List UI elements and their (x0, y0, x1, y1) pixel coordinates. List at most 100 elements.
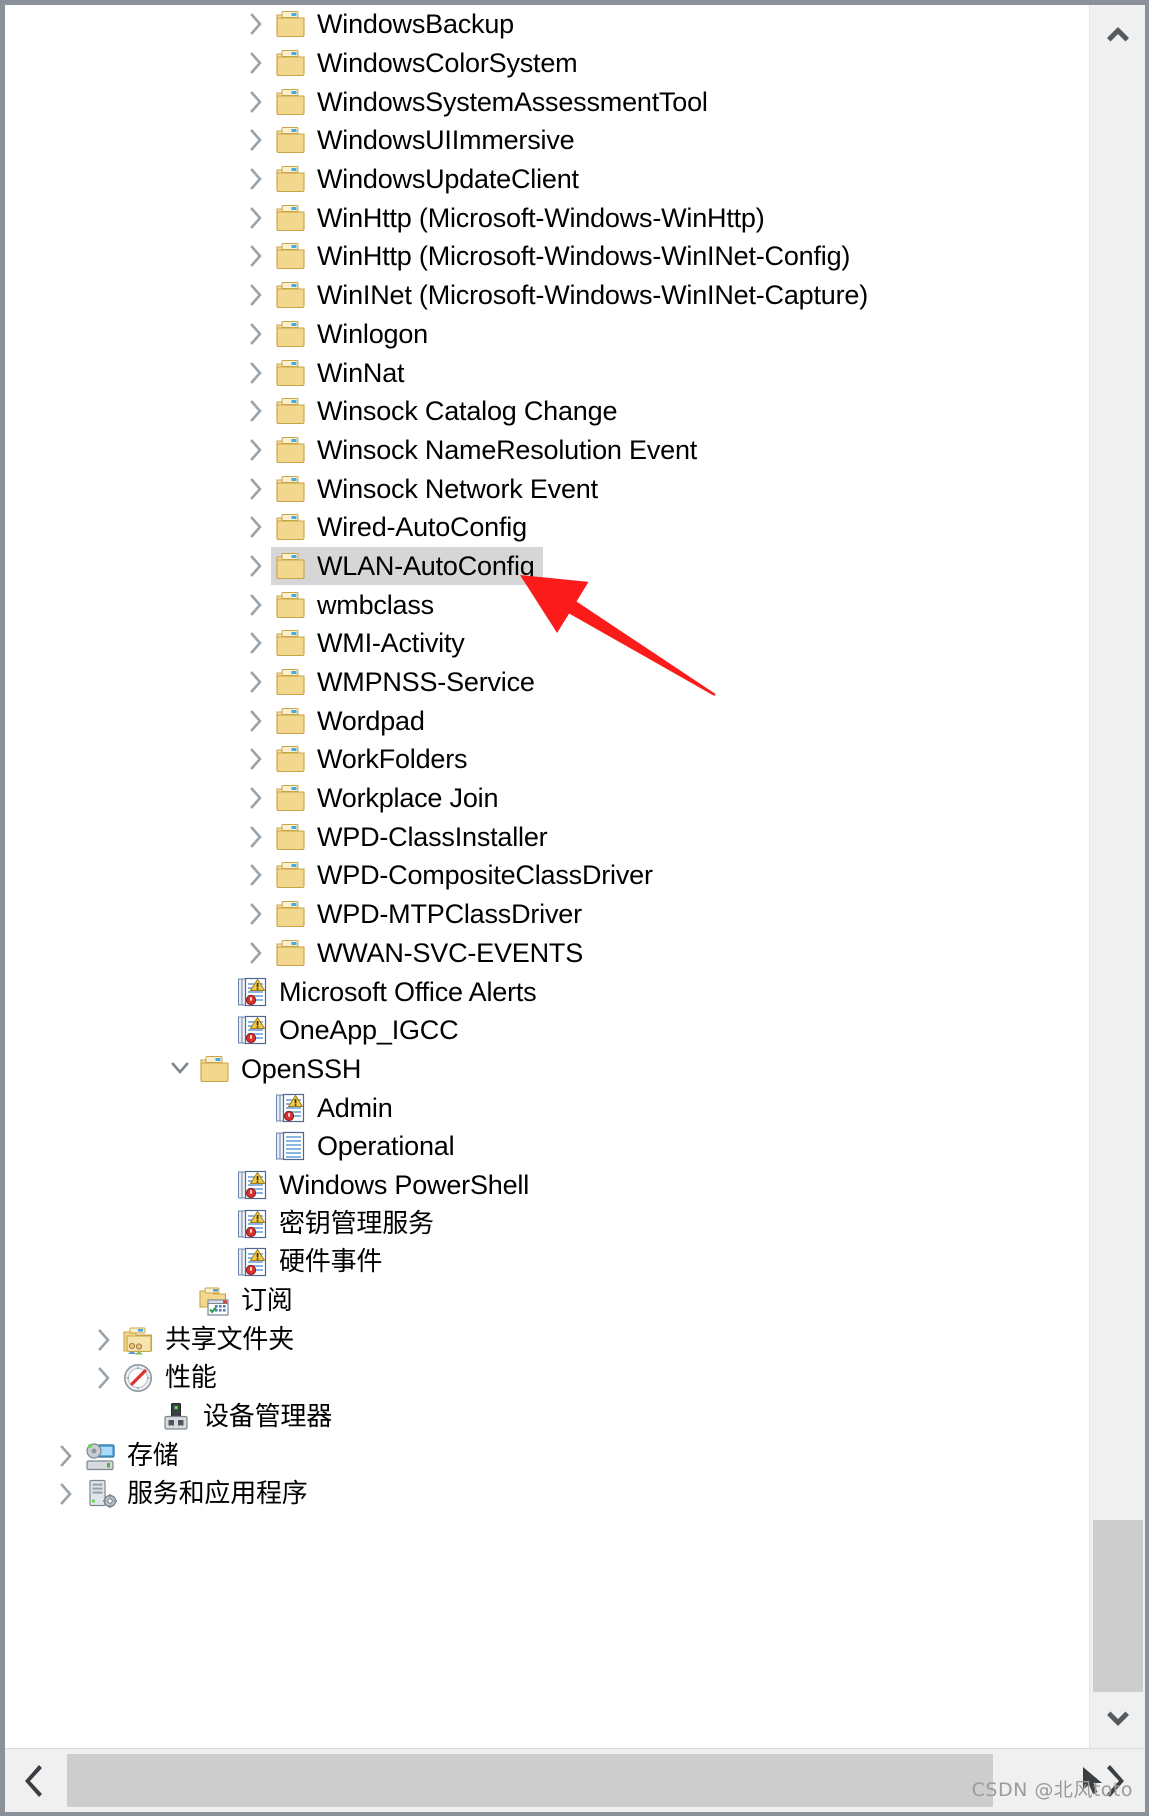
tree-item[interactable]: WorkFolders (5, 740, 1089, 779)
tree-item-hit-area[interactable]: WPD-ClassInstaller (271, 818, 555, 856)
event-viewer-tree-pane[interactable]: WindowsBackup WindowsColorSystem Windows… (5, 5, 1089, 1748)
tree-item-hit-area[interactable]: WinHttp (Microsoft-Windows-WinHttp) (271, 199, 773, 237)
vertical-scrollbar-thumb[interactable] (1093, 1520, 1143, 1715)
tree-item-hit-area[interactable]: 密钥管理服务 (233, 1205, 442, 1243)
tree-item[interactable]: WindowsBackup (5, 5, 1089, 44)
tree-item[interactable]: WindowsColorSystem (5, 44, 1089, 83)
tree-expand-toggle-collapsed[interactable] (241, 586, 271, 624)
tree-item-hit-area[interactable]: OpenSSH (195, 1050, 369, 1088)
tree-item-hit-area[interactable]: WMI-Activity (271, 624, 473, 662)
tree-item[interactable]: WPD-CompositeClassDriver (5, 856, 1089, 895)
tree-expand-toggle-collapsed[interactable] (241, 431, 271, 469)
tree-item[interactable]: WMI-Activity (5, 624, 1089, 663)
tree-expand-toggle-collapsed[interactable] (241, 354, 271, 392)
tree-item[interactable]: OneApp_IGCC (5, 1011, 1089, 1050)
tree-item-hit-area[interactable]: 订阅 (195, 1282, 301, 1320)
tree-item[interactable]: WinINet (Microsoft-Windows-WinINet-Captu… (5, 276, 1089, 315)
tree-expand-toggle-collapsed[interactable] (241, 44, 271, 82)
tree-item-hit-area[interactable]: WMPNSS-Service (271, 663, 543, 701)
tree-expand-toggle-collapsed[interactable] (241, 199, 271, 237)
tree-expand-toggle-collapsed[interactable] (241, 5, 271, 43)
tree-item-hit-area[interactable]: WLAN-AutoConfig (271, 546, 543, 585)
tree-item[interactable]: Admin (5, 1088, 1089, 1127)
tree-expand-toggle-collapsed[interactable] (241, 315, 271, 353)
tree-item-hit-area[interactable]: Admin (271, 1089, 401, 1127)
tree-item-hit-area[interactable]: Winlogon (271, 315, 436, 353)
tree-expand-toggle-collapsed[interactable] (241, 276, 271, 314)
tree-item-hit-area[interactable]: 共享文件夹 (119, 1321, 302, 1359)
tree-expand-toggle-collapsed[interactable] (241, 470, 271, 508)
tree-item-hit-area[interactable]: WinINet (Microsoft-Windows-WinINet-Captu… (271, 276, 876, 314)
tree-item-hit-area[interactable]: WindowsBackup (271, 5, 522, 43)
tree-item-hit-area[interactable]: 设备管理器 (157, 1398, 340, 1436)
tree-item-hit-area[interactable]: WorkFolders (271, 740, 475, 778)
tree-expand-toggle-expanded[interactable] (165, 1050, 195, 1088)
tree-expand-toggle-collapsed[interactable] (241, 779, 271, 817)
tree-item[interactable]: 服务和应用程序 (5, 1475, 1089, 1514)
tree-item[interactable]: 性能 (5, 1359, 1089, 1398)
tree-expand-toggle-collapsed[interactable] (241, 160, 271, 198)
tree-item-hit-area[interactable]: Operational (271, 1127, 462, 1165)
tree-item[interactable]: WLAN-AutoConfig (5, 546, 1089, 586)
tree-item[interactable]: Windows PowerShell (5, 1166, 1089, 1205)
tree-item[interactable]: Wordpad (5, 701, 1089, 740)
tree-item[interactable]: WindowsUpdateClient (5, 160, 1089, 199)
tree-item[interactable]: 订阅 (5, 1282, 1089, 1321)
tree-expand-toggle-collapsed[interactable] (241, 121, 271, 159)
tree-item[interactable]: wmbclass (5, 585, 1089, 624)
tree-item-hit-area[interactable]: Wired-AutoConfig (271, 508, 535, 546)
tree-expand-toggle-collapsed[interactable] (51, 1437, 81, 1475)
tree-expand-toggle-collapsed[interactable] (241, 895, 271, 933)
tree-expand-toggle-collapsed[interactable] (241, 856, 271, 894)
tree-item[interactable]: 硬件事件 (5, 1243, 1089, 1282)
tree-item-hit-area[interactable]: WPD-MTPClassDriver (271, 895, 590, 933)
tree-item[interactable]: 共享文件夹 (5, 1320, 1089, 1359)
tree-item-hit-area[interactable]: WWAN-SVC-EVENTS (271, 934, 591, 972)
tree-expand-toggle-collapsed[interactable] (241, 663, 271, 701)
tree-item[interactable]: WPD-ClassInstaller (5, 817, 1089, 856)
tree-item[interactable]: WWAN-SVC-EVENTS (5, 934, 1089, 973)
tree-item[interactable]: WindowsUIImmersive (5, 121, 1089, 160)
tree-item-hit-area[interactable]: Wordpad (271, 702, 433, 740)
tree-item-hit-area[interactable]: wmbclass (271, 586, 442, 624)
vertical-scrollbar[interactable] (1089, 5, 1145, 1748)
tree-item[interactable]: Winlogon (5, 315, 1089, 354)
tree-item-hit-area[interactable]: Windows PowerShell (233, 1166, 537, 1204)
tree-item[interactable]: WinHttp (Microsoft-Windows-WinINet-Confi… (5, 237, 1089, 276)
tree-item-hit-area[interactable]: WindowsUpdateClient (271, 160, 587, 198)
tree-expand-toggle-collapsed[interactable] (241, 818, 271, 856)
tree-item-hit-area[interactable]: 性能 (119, 1359, 225, 1397)
tree-item[interactable]: WinHttp (Microsoft-Windows-WinHttp) (5, 198, 1089, 237)
tree-item[interactable]: Microsoft Office Alerts (5, 972, 1089, 1011)
tree-expand-toggle-collapsed[interactable] (241, 83, 271, 121)
tree-item-hit-area[interactable]: Microsoft Office Alerts (233, 973, 544, 1011)
tree-item-hit-area[interactable]: 硬件事件 (233, 1243, 390, 1281)
tree-item-hit-area[interactable]: WindowsColorSystem (271, 44, 585, 82)
tree-item-hit-area[interactable]: 存储 (81, 1437, 187, 1475)
scroll-left-button[interactable] (5, 1749, 63, 1812)
tree-item[interactable]: Wired-AutoConfig (5, 508, 1089, 547)
tree-item-hit-area[interactable]: Winsock NameResolution Event (271, 431, 705, 469)
tree-item[interactable]: WinNat (5, 353, 1089, 392)
tree-item[interactable]: 密钥管理服务 (5, 1204, 1089, 1243)
tree-expand-toggle-collapsed[interactable] (241, 508, 271, 546)
tree-item[interactable]: Operational (5, 1127, 1089, 1166)
tree-expand-toggle-collapsed[interactable] (241, 740, 271, 778)
tree-item-hit-area[interactable]: WindowsUIImmersive (271, 121, 582, 159)
scroll-down-button[interactable] (1090, 1692, 1145, 1748)
tree-item[interactable]: Winsock Network Event (5, 469, 1089, 508)
tree-item-hit-area[interactable]: WPD-CompositeClassDriver (271, 856, 661, 894)
tree-item-hit-area[interactable]: Workplace Join (271, 779, 506, 817)
tree-item-hit-area[interactable]: WinHttp (Microsoft-Windows-WinINet-Confi… (271, 237, 858, 275)
tree-item-hit-area[interactable]: WinNat (271, 354, 412, 392)
tree-item[interactable]: 设备管理器 (5, 1398, 1089, 1437)
tree-expand-toggle-collapsed[interactable] (241, 237, 271, 275)
tree-expand-toggle-collapsed[interactable] (89, 1321, 119, 1359)
tree-item-hit-area[interactable]: OneApp_IGCC (233, 1011, 466, 1049)
scroll-up-button[interactable] (1090, 5, 1145, 61)
tree-item[interactable]: 存储 (5, 1436, 1089, 1475)
tree-item[interactable]: Winsock Catalog Change (5, 392, 1089, 431)
tree-expand-toggle-collapsed[interactable] (241, 702, 271, 740)
tree-item[interactable]: WindowsSystemAssessmentTool (5, 82, 1089, 121)
tree-item[interactable]: OpenSSH (5, 1050, 1089, 1089)
